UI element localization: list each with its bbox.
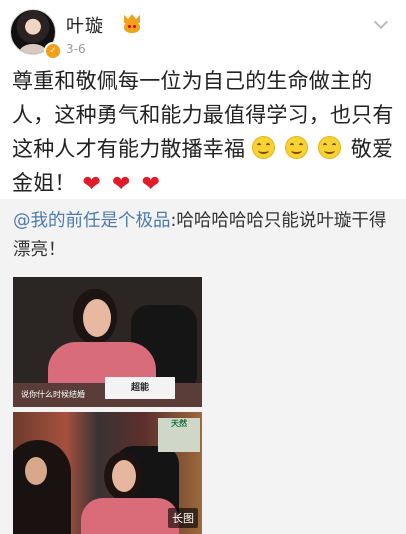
post-content: 尊重和敬佩每一位为自己的生命做主的人，这种勇气和能力最值得学习，也只有这种人才有… bbox=[12, 64, 398, 202]
image-subtitle: 说你什么时候结婚 bbox=[21, 390, 85, 399]
user-mention-link[interactable]: @我的前任是个极品 bbox=[13, 211, 171, 231]
sponsor-sign: 天然 bbox=[158, 418, 200, 452]
long-image-label: 长图 bbox=[168, 508, 198, 528]
vip-badge-icon bbox=[122, 14, 142, 33]
avatar-collar-shape bbox=[19, 44, 47, 54]
repost-image-bottom[interactable]: 天然 长图 bbox=[13, 412, 202, 534]
repost-image-top[interactable]: 超能 说你什么时候结婚 bbox=[13, 277, 202, 407]
show-sign: 超能 bbox=[105, 377, 175, 399]
left-person-face-shape bbox=[25, 457, 47, 485]
author-name[interactable]: 叶璇 bbox=[66, 12, 104, 38]
woman-face-shape bbox=[112, 460, 136, 492]
smile-emoji-icon bbox=[252, 136, 276, 159]
heart-icon: ❤ bbox=[82, 172, 102, 197]
verified-badge-icon: ✓ bbox=[44, 42, 62, 60]
post-header: ✓ 叶璇 3-6 bbox=[0, 0, 406, 64]
vip-face-eye-icon bbox=[133, 25, 136, 28]
heart-icon: ❤ bbox=[112, 172, 131, 197]
post-timestamp: 3-6 bbox=[66, 42, 86, 56]
vip-face-icon bbox=[124, 21, 140, 33]
left-person-shape bbox=[13, 440, 71, 534]
smile-emoji-icon bbox=[284, 136, 308, 159]
pink-dress-shape bbox=[81, 498, 179, 534]
reposted-content[interactable]: @我的前任是个极品:哈哈哈哈哈只能说叶璇干得漂亮！ 超能 说你什么时候结婚 天然… bbox=[0, 199, 406, 534]
vip-face-eye-icon bbox=[128, 25, 131, 28]
repost-text: @我的前任是个极品:哈哈哈哈哈只能说叶璇干得漂亮！ bbox=[13, 207, 399, 265]
smile-emoji-icon bbox=[317, 136, 341, 159]
heart-icon: ❤ bbox=[141, 172, 161, 197]
woman-face-shape bbox=[83, 299, 111, 337]
chevron-down-icon[interactable] bbox=[373, 17, 391, 29]
